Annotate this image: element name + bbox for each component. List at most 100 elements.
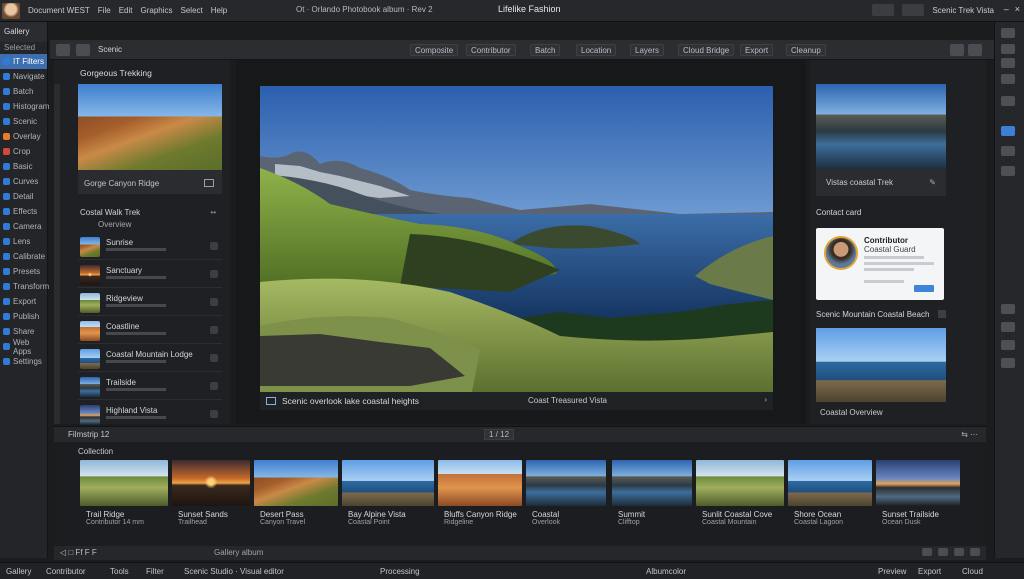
toolbar-button-cloud-bridge[interactable]: Cloud Bridge — [678, 44, 735, 56]
action-icon[interactable] — [922, 548, 932, 556]
featured-card[interactable]: Gorge Canyon Ridge — [78, 84, 222, 194]
expand-icon[interactable] — [938, 310, 946, 318]
menu-item-graphics[interactable]: Graphics — [140, 6, 172, 15]
more-icon[interactable]: •• — [210, 208, 216, 217]
filmstrip-thumbnail[interactable] — [80, 460, 168, 506]
layout-icon[interactable] — [902, 4, 925, 16]
list-item[interactable]: Ridgeview — [78, 290, 222, 316]
sidebar-item[interactable]: Crop — [0, 144, 47, 159]
sidebar-item[interactable]: Basic — [0, 159, 47, 174]
list-item-action-icon[interactable] — [210, 382, 218, 390]
close-button[interactable]: × — [1015, 4, 1020, 14]
sidebar-item[interactable]: Batch — [0, 84, 47, 99]
filmstrip-thumbnail[interactable] — [342, 460, 434, 506]
filmstrip-thumbnail[interactable] — [172, 460, 250, 506]
filmstrip-tile[interactable]: Bluffs Canyon Ridge Ridgeline — [438, 460, 522, 542]
contact-card[interactable]: Contributor Coastal Guard — [816, 228, 944, 300]
sidebar-item[interactable]: Settings — [0, 354, 47, 369]
filmstrip-tile[interactable]: Shore Ocean Coastal Lagoon — [788, 460, 872, 542]
list-item-action-icon[interactable] — [210, 326, 218, 334]
sidebar-item[interactable]: Overlay — [0, 129, 47, 144]
sidebar-item[interactable]: Web Apps — [0, 338, 47, 356]
image-icon[interactable] — [266, 397, 276, 405]
tool-icon[interactable] — [1001, 74, 1015, 84]
menu-item-edit[interactable]: Edit — [119, 6, 133, 15]
list-item-action-icon[interactable] — [210, 410, 218, 418]
next-arrow-icon[interactable]: › — [764, 395, 767, 404]
list-item-action-icon[interactable] — [210, 270, 218, 278]
toolbar-button-layers[interactable]: Layers — [630, 44, 665, 56]
filmstrip-options-icon[interactable]: ⇆ ⋯ — [961, 430, 978, 439]
sidebar-item[interactable]: Scenic — [0, 114, 47, 129]
card-action-button[interactable] — [914, 285, 934, 292]
minimize-button[interactable]: – — [1004, 4, 1009, 14]
main-photo-viewer[interactable]: Scenic overlook lake coastal heights Coa… — [260, 86, 773, 410]
right-secondary-image[interactable] — [816, 328, 946, 402]
back-icon[interactable] — [56, 43, 70, 56]
filmstrip-thumbnail[interactable] — [696, 460, 784, 506]
tool-icon-active[interactable] — [1001, 126, 1015, 136]
filmstrip-thumbnail[interactable] — [254, 460, 338, 506]
sync-icon[interactable] — [872, 4, 895, 16]
action-icon[interactable] — [938, 548, 948, 556]
tool-icon[interactable] — [1001, 304, 1015, 314]
filmstrip-tile[interactable]: Summit Clifftop — [612, 460, 692, 542]
sidebar-item[interactable]: Camera — [0, 219, 47, 234]
list-item[interactable]: Coastline — [78, 318, 222, 344]
close-icon[interactable] — [968, 44, 982, 56]
sidebar-item[interactable]: Presets — [0, 264, 47, 279]
sidebar-item[interactable]: Effects — [0, 204, 47, 219]
list-item-action-icon[interactable] — [210, 298, 218, 306]
sidebar-item[interactable]: IT Filters — [0, 54, 47, 69]
view-mode-icons[interactable]: ◁ □ Ff F F — [60, 548, 97, 557]
list-item[interactable]: Coastal Mountain Lodge — [78, 346, 222, 372]
tool-icon[interactable] — [1001, 146, 1015, 156]
tool-icon[interactable] — [1001, 58, 1015, 68]
filmstrip-tile[interactable]: Sunset Sands Trailhead — [172, 460, 250, 542]
list-item[interactable]: Trailside — [78, 374, 222, 400]
filmstrip-tile[interactable]: Trail Ridge Contributor 14 mm — [80, 460, 168, 542]
status-item[interactable]: Cloud — [962, 567, 983, 576]
sidebar-header[interactable]: Gallery — [0, 22, 47, 42]
sidebar-item[interactable]: Curves — [0, 174, 47, 189]
toolbar-button-composite[interactable]: Composite — [410, 44, 459, 56]
tool-icon[interactable] — [1001, 358, 1015, 368]
filmstrip-tile[interactable]: Sunlit Coastal Cove Coastal Mountain — [696, 460, 784, 542]
sidebar-item[interactable]: Detail — [0, 189, 47, 204]
tool-icon[interactable] — [1001, 28, 1015, 38]
toolbar-button-cleanup[interactable]: Cleanup — [786, 44, 826, 56]
toolbar-button-batch[interactable]: Batch — [530, 44, 561, 56]
right-featured-image[interactable] — [816, 84, 946, 170]
avatar[interactable] — [824, 236, 858, 270]
tool-icon[interactable] — [1001, 322, 1015, 332]
tool-icon[interactable] — [1001, 96, 1015, 106]
featured-image[interactable] — [78, 84, 222, 170]
tool-icon[interactable] — [1001, 340, 1015, 350]
right-featured-card[interactable]: Vistas coastal Trek ✎ — [816, 84, 946, 196]
status-item[interactable]: Filter — [146, 567, 164, 576]
toolbar-button-location[interactable]: Location — [576, 44, 617, 56]
list-item[interactable]: Sanctuary — [78, 262, 222, 288]
status-item[interactable]: Gallery — [6, 567, 31, 576]
list-item[interactable]: Sunrise — [78, 234, 222, 260]
menu-item-file[interactable]: File — [98, 6, 111, 15]
sidebar-item[interactable]: Navigate — [0, 69, 47, 84]
thumbnail-icon[interactable] — [76, 43, 90, 56]
status-item[interactable]: Export — [918, 567, 941, 576]
filmstrip-thumbnail[interactable] — [438, 460, 522, 506]
status-item[interactable]: Preview — [878, 567, 906, 576]
status-item[interactable]: Contributor — [46, 567, 86, 576]
menu-item-help[interactable]: Help — [211, 6, 227, 15]
filmstrip-tile[interactable]: Sunset Trailside Ocean Dusk — [876, 460, 960, 542]
action-icon[interactable] — [954, 548, 964, 556]
sidebar-item[interactable]: Calibrate — [0, 249, 47, 264]
action-icon[interactable] — [970, 548, 980, 556]
tool-icon[interactable] — [1001, 166, 1015, 176]
toolbar-button-contributor[interactable]: Contributor — [466, 44, 516, 56]
sidebar-item[interactable]: Publish — [0, 309, 47, 324]
filmstrip-tile[interactable]: Desert Pass Canyon Travel — [254, 460, 338, 542]
app-logo-icon[interactable] — [2, 2, 20, 19]
filmstrip-thumbnail[interactable] — [526, 460, 606, 506]
menu-item-select[interactable]: Select — [181, 6, 203, 15]
user-name[interactable]: Scenic Trek Vista — [932, 6, 994, 15]
